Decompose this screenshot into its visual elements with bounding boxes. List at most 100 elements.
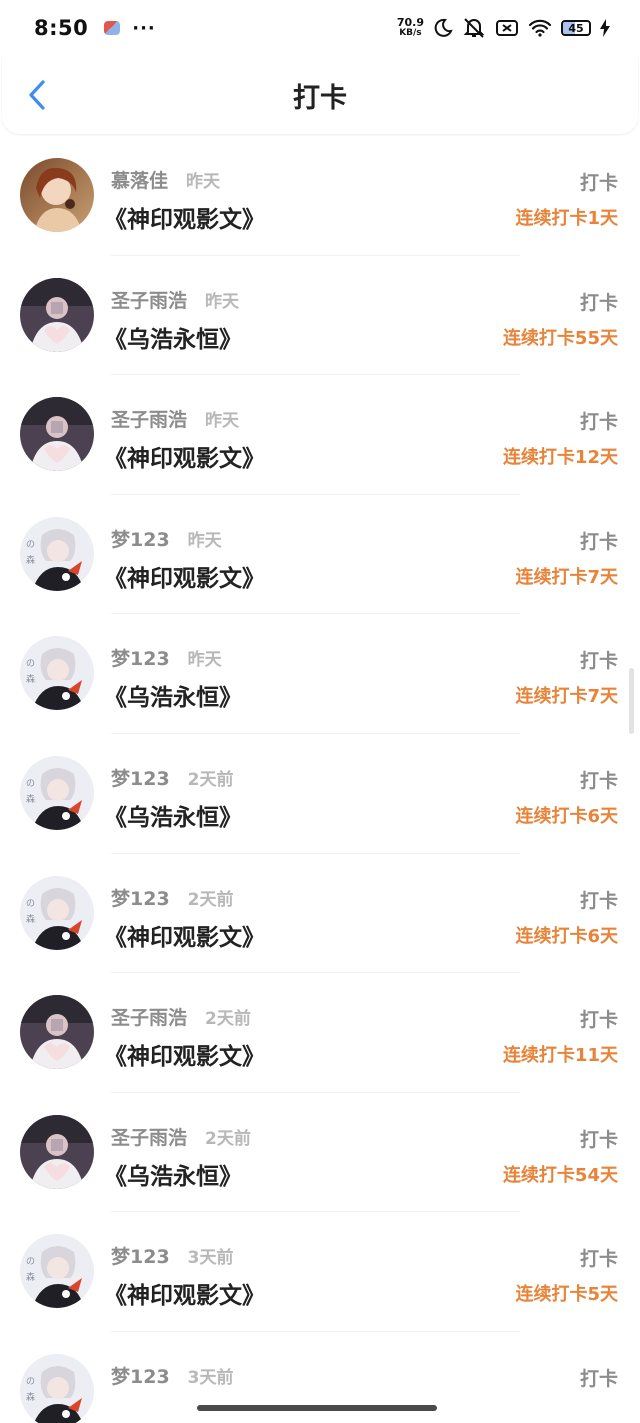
checkin-time: 3天前	[187, 1367, 234, 1388]
checkin-time: 昨天	[187, 650, 222, 671]
checkin-meta: 圣子雨浩 昨天	[111, 286, 239, 313]
streak-days: 连续打卡11天	[502, 1045, 618, 1067]
avatar[interactable]: の森	[20, 1353, 94, 1423]
checkin-meta: 梦123 2天前	[111, 884, 234, 911]
checkin-label: 打卡	[579, 769, 618, 792]
avatar[interactable]: の森	[20, 516, 94, 591]
charging-icon	[600, 19, 610, 37]
streak-days: 连续打卡7天	[515, 686, 618, 708]
svg-text:森: 森	[26, 1271, 35, 1283]
network-speed: 70.9 KB/s	[397, 17, 424, 38]
checkin-time: 昨天	[205, 291, 240, 312]
username[interactable]: 梦123	[111, 764, 170, 791]
network-speed-unit: KB/s	[399, 28, 422, 38]
checkin-list: 慕落佳 昨天 《神印观影文》 打卡 连续打卡1天 圣子雨浩 昨天 《乌浩永恒》 打卡 连续打卡55…	[0, 136, 640, 1423]
streak-days: 连续打卡55天	[502, 327, 618, 349]
checkin-meta: 梦123 昨天	[111, 525, 222, 552]
checkin-time: 昨天	[205, 411, 240, 432]
book-title[interactable]: 《神印观影文》	[104, 200, 265, 234]
checkin-label: 打卡	[579, 172, 618, 194]
avatar[interactable]	[20, 158, 94, 232]
checkin-time: 2天前	[205, 1128, 251, 1149]
username[interactable]: 圣子雨浩	[111, 405, 187, 432]
avatar[interactable]: の森	[20, 755, 94, 830]
checkin-time: 2天前	[187, 769, 234, 790]
status-time: 8:50	[34, 16, 89, 40]
username[interactable]: 梦123	[111, 884, 170, 911]
avatar[interactable]	[20, 995, 94, 1070]
avatar[interactable]	[20, 1114, 94, 1189]
streak-days: 连续打卡6天	[515, 805, 618, 827]
checkin-row[interactable]: の森梦123 3天前 《神印观影文》 打卡 连续打卡5天	[0, 1212, 640, 1332]
book-title[interactable]: 《神印观影文》	[104, 1037, 265, 1071]
svg-text:の: の	[26, 899, 35, 909]
book-title[interactable]: 《神印观影文》	[104, 918, 265, 952]
checkin-meta: 梦123 昨天	[111, 644, 222, 671]
username[interactable]: 圣子雨浩	[111, 1123, 187, 1150]
username[interactable]: 梦123	[111, 525, 170, 552]
username[interactable]: 圣子雨浩	[111, 1003, 187, 1030]
checkin-label: 打卡	[579, 1367, 618, 1390]
checkin-row[interactable]: 圣子雨浩 2天前 《神印观影文》 打卡 连续打卡11天	[0, 973, 640, 1093]
book-title[interactable]: 《神印观影文》	[104, 439, 265, 473]
checkin-label: 打卡	[579, 530, 618, 553]
checkin-meta: 圣子雨浩 2天前	[111, 1123, 251, 1150]
svg-text:森: 森	[26, 793, 35, 805]
checkin-label: 打卡	[579, 650, 618, 673]
checkin-row[interactable]: の森梦123 2天前《乌浩永恒》 打卡连续打卡6天	[0, 734, 640, 854]
book-title[interactable]: 《神印观影文》	[104, 1276, 265, 1310]
username[interactable]: 梦123	[111, 1362, 170, 1389]
svg-text:森: 森	[26, 554, 35, 566]
home-indicator[interactable]	[197, 1405, 437, 1411]
status-bar: 8:50 ··· 70.9 KB/s 45	[0, 0, 640, 56]
username[interactable]: 慕落佳	[111, 166, 168, 193]
scrollbar-thumb[interactable]	[629, 668, 634, 734]
battery-level: 45	[568, 21, 584, 35]
avatar[interactable]	[20, 277, 94, 352]
checkin-row[interactable]: 圣子雨浩 昨天 《乌浩永恒》 打卡 连续打卡55天	[0, 256, 640, 376]
checkin-meta: 圣子雨浩 2天前	[111, 1003, 251, 1030]
svg-text:の: の	[26, 1257, 35, 1267]
streak-days: 连续打卡1天	[515, 208, 618, 229]
book-title[interactable]: 《乌浩永恒》	[104, 1157, 242, 1191]
avatar[interactable]	[20, 397, 94, 472]
battery-icon: 45	[561, 20, 591, 36]
checkin-row[interactable]: の森梦123 2天前 《神印观影文》 打卡 连续打卡6天	[0, 854, 640, 974]
username[interactable]: 圣子雨浩	[111, 286, 187, 313]
checkin-label: 打卡	[579, 411, 618, 434]
streak-days: 连续打卡5天	[515, 1284, 618, 1306]
header-bar: 打卡	[2, 56, 638, 134]
checkin-row[interactable]: 圣子雨浩 昨天 《神印观影文》 打卡 连续打卡12天	[0, 375, 640, 495]
wifi-icon	[528, 19, 552, 37]
checkin-label: 打卡	[579, 1248, 618, 1271]
checkin-row[interactable]: 慕落佳 昨天《神印观影文》 打卡连续打卡1天	[0, 136, 640, 256]
svg-text:森: 森	[26, 1391, 35, 1403]
checkin-time: 昨天	[186, 172, 221, 192]
sim-off-icon	[495, 18, 519, 38]
streak-days: 连续打卡7天	[515, 566, 618, 588]
checkin-time: 昨天	[187, 530, 222, 551]
book-title[interactable]: 《神印观影文》	[104, 559, 265, 593]
book-title[interactable]: 《乌浩永恒》	[104, 320, 242, 354]
checkin-row[interactable]: の森梦123 昨天《神印观影文》 打卡连续打卡7天	[0, 495, 640, 615]
checkin-row[interactable]: の森梦123 昨天 《乌浩永恒》 打卡 连续打卡7天	[0, 614, 640, 734]
checkin-meta: 梦123 3天前	[111, 1242, 234, 1269]
svg-text:森: 森	[26, 673, 35, 685]
book-title[interactable]: 《乌浩永恒》	[104, 798, 242, 832]
username[interactable]: 梦123	[111, 1242, 170, 1269]
page-title: 打卡	[293, 82, 347, 114]
svg-text:の: の	[26, 659, 35, 669]
checkin-time: 3天前	[187, 1248, 234, 1269]
avatar[interactable]: の森	[20, 875, 94, 950]
back-button[interactable]	[20, 78, 54, 112]
status-icons: 70.9 KB/s 45	[397, 17, 610, 39]
svg-text:森: 森	[26, 913, 35, 925]
avatar[interactable]: の森	[20, 1234, 94, 1309]
avatar[interactable]: の森	[20, 636, 94, 711]
checkin-row[interactable]: 圣子雨浩 2天前 《乌浩永恒》 打卡 连续打卡54天	[0, 1093, 640, 1213]
checkin-meta: 慕落佳 昨天	[111, 166, 220, 193]
username[interactable]: 梦123	[111, 644, 170, 671]
checkin-label: 打卡	[579, 1128, 618, 1151]
book-title[interactable]: 《乌浩永恒》	[104, 678, 242, 712]
checkin-time: 2天前	[187, 889, 234, 910]
